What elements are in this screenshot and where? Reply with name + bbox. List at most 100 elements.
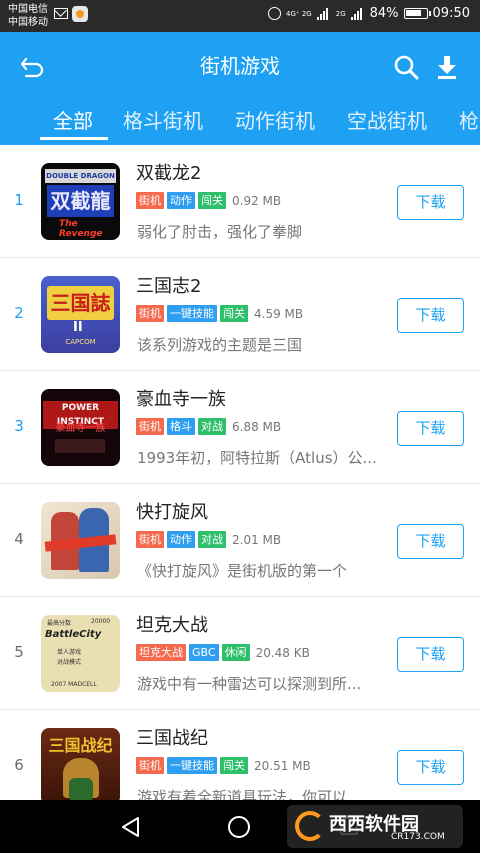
game-description: 游戏中有一种雷达可以探测到所...: [137, 675, 362, 693]
list-item[interactable]: 1 DOUBLE DRAGON 双截龍 The Revenge 双截龙2 街机 …: [0, 145, 480, 258]
tag-badge: 对战: [198, 531, 226, 548]
file-size: 0.92 MB: [232, 193, 282, 208]
battery-icon: [403, 8, 431, 19]
rank-number: 6: [14, 756, 24, 774]
download-button[interactable]: 下载: [397, 411, 464, 446]
file-size: 20.48 KB: [255, 645, 310, 660]
carrier-1: 中国电信: [8, 4, 48, 15]
tag-badge: 动作: [167, 531, 195, 548]
active-tab-indicator: [40, 137, 108, 140]
search-icon[interactable]: [393, 54, 419, 80]
tag-list: 街机 格斗 对战 6.88 MB: [136, 418, 281, 435]
download-button[interactable]: 下载: [397, 524, 464, 559]
game-thumbnail[interactable]: 三国誌 II CAPCOM: [41, 276, 120, 353]
tag-badge: 闯关: [198, 192, 226, 209]
tab-air-combat[interactable]: 空战街机: [347, 106, 427, 136]
thumb-title-text: 双截龍: [47, 185, 114, 217]
thumb-subtitle-text: The Revenge: [59, 219, 103, 239]
thumb-text: 20000: [91, 618, 111, 625]
carrier-2: 中国移动: [8, 17, 48, 28]
status-icons: 4G⁺ 2G 2G 84% 09:50: [268, 6, 470, 21]
game-name[interactable]: 双截龙2: [136, 161, 201, 187]
thumb-publisher-text: CAPCOM: [65, 338, 96, 346]
thumb-title-text: 三国誌: [47, 286, 114, 320]
battery-percent: 84%: [369, 6, 399, 21]
game-list[interactable]: 1 DOUBLE DRAGON 双截龍 The Revenge 双截龙2 街机 …: [0, 145, 480, 800]
game-name[interactable]: 快打旋风: [136, 500, 208, 526]
tag-badge: 街机: [136, 192, 164, 209]
tab-fighting[interactable]: 格斗街机: [123, 106, 203, 136]
thumb-decoration: [55, 439, 105, 453]
game-description: 《快打旋风》是街机版的第一个: [137, 562, 348, 580]
nav-back-icon[interactable]: [120, 816, 142, 838]
rank-number: 4: [14, 530, 24, 548]
carrier-names: 中国电信 中国移动: [8, 3, 48, 29]
watermark-url: CR173.COM: [391, 832, 445, 842]
game-name[interactable]: 豪血寺一族: [136, 387, 226, 413]
game-description: 游戏有着全新道具玩法，你可以...: [137, 788, 362, 800]
thumb-text: 2007 MADCELL: [51, 681, 97, 688]
game-thumbnail[interactable]: DOUBLE DRAGON 双截龍 The Revenge: [41, 163, 120, 240]
download-button[interactable]: 下载: [397, 750, 464, 785]
tag-badge: 对战: [198, 418, 226, 435]
list-item[interactable]: 4 快打旋风 街机 动作 对战 2.01 MB 《快打旋风》是街机版的第一个 下…: [0, 484, 480, 597]
tag-badge: 格斗: [167, 418, 195, 435]
network-type-4g: 4G⁺ 2G: [286, 9, 312, 18]
notification-icons: [54, 6, 88, 24]
thumb-text: 单人游戏: [57, 649, 82, 656]
watermark-logo-icon: [295, 811, 325, 841]
rank-number: 3: [14, 417, 24, 435]
thumb-numeral-text: II: [73, 320, 83, 335]
thumb-title-text: 三国战纪: [48, 736, 113, 755]
game-thumbnail[interactable]: 三国战纪: [41, 728, 120, 800]
tab-action[interactable]: 动作街机: [235, 106, 315, 136]
game-thumbnail[interactable]: [41, 502, 120, 579]
rank-number: 2: [14, 304, 24, 322]
app-header: 街机游戏 全部 格斗街机 动作街机 空战街机 枪: [0, 32, 480, 145]
thumb-figure: [69, 778, 93, 800]
download-icon[interactable]: [436, 54, 458, 80]
signal-icon-2: [350, 7, 365, 20]
game-name[interactable]: 坦克大战: [136, 613, 208, 639]
status-bar: 中国电信 中国移动 4G⁺ 2G 2G 84% 09:50: [0, 0, 480, 32]
game-description: 该系列游戏的主题是三国: [137, 336, 303, 354]
tag-badge: 街机: [136, 418, 164, 435]
watermark: 西西软件园 CR173.COM: [287, 805, 463, 848]
game-description: 弱化了肘击，强化了拳脚: [137, 223, 303, 241]
game-description: 1993年初，阿特拉斯（Atlus）公...: [137, 449, 377, 467]
game-name[interactable]: 三国战纪: [136, 726, 208, 752]
list-item[interactable]: 3 POWER INSTINCT 豪血寺一族 豪血寺一族 街机 格斗 对战 6.…: [0, 371, 480, 484]
tag-badge: 休闲: [221, 644, 250, 661]
game-thumbnail[interactable]: POWER INSTINCT 豪血寺一族: [41, 389, 120, 466]
tag-badge: 闯关: [220, 757, 248, 774]
download-button[interactable]: 下载: [397, 298, 464, 333]
tag-badge: GBC: [189, 644, 219, 661]
tab-gun[interactable]: 枪: [459, 106, 479, 136]
rank-number: 5: [14, 643, 24, 661]
tag-badge: 一键技能: [167, 757, 217, 774]
tag-list: 街机 动作 闯关 0.92 MB: [136, 192, 281, 209]
file-size: 20.51 MB: [254, 758, 311, 773]
thumb-logo-text: DOUBLE DRAGON: [45, 169, 116, 183]
tag-badge: 街机: [136, 531, 164, 548]
network-type-2g: 2G: [335, 9, 346, 18]
game-thumbnail[interactable]: 最高分数 20000 BattleCity 单人游戏 对战模式 2007 MAD…: [41, 615, 120, 692]
tag-badge: 一键技能: [167, 305, 217, 322]
tag-list: 街机 一键技能 闯关 20.51 MB: [136, 757, 311, 774]
list-item[interactable]: 6 三国战纪 三国战纪 街机 一键技能 闯关 20.51 MB 游戏有着全新道具…: [0, 710, 480, 800]
tab-all[interactable]: 全部: [53, 106, 93, 136]
file-size: 2.01 MB: [232, 532, 282, 547]
app-notification-icon: [72, 6, 88, 22]
game-name[interactable]: 三国志2: [136, 274, 201, 300]
download-button[interactable]: 下载: [397, 637, 464, 672]
tag-list: 街机 动作 对战 2.01 MB: [136, 531, 281, 548]
file-size: 4.59 MB: [254, 306, 304, 321]
nav-home-icon[interactable]: [228, 816, 250, 838]
list-item[interactable]: 5 最高分数 20000 BattleCity 单人游戏 对战模式 2007 M…: [0, 597, 480, 710]
clock: 09:50: [432, 6, 470, 21]
file-size: 6.88 MB: [232, 419, 282, 434]
rank-number: 1: [14, 191, 24, 209]
download-button[interactable]: 下载: [397, 185, 464, 220]
list-item[interactable]: 2 三国誌 II CAPCOM 三国志2 街机 一键技能 闯关 4.59 MB …: [0, 258, 480, 371]
thumb-subtitle-text: 豪血寺一族: [55, 423, 106, 434]
